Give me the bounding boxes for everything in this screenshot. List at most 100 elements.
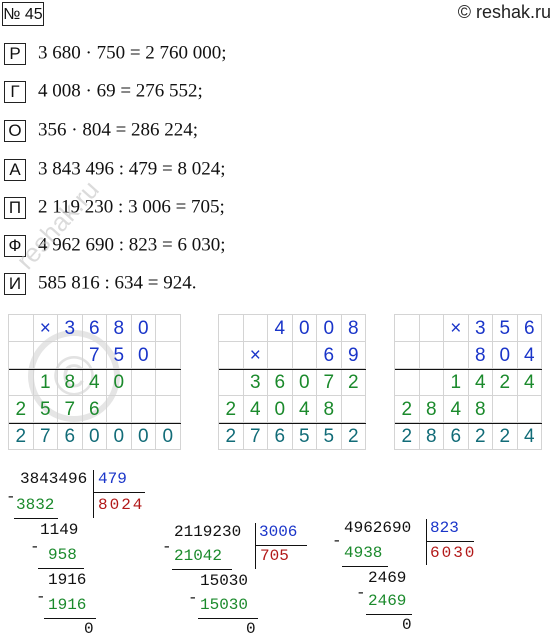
grid-cell [58, 342, 83, 369]
division-bracket [93, 470, 94, 518]
remainder: 1916 [48, 571, 87, 589]
grid-cell: 7 [317, 369, 342, 396]
equation-text: 3 843 496 : 479 = 8 024; [38, 158, 226, 180]
grid-cell [292, 342, 317, 369]
grid-cell: 1 [444, 369, 469, 396]
remainder: 0 [246, 620, 256, 638]
grid-cell: 4 [268, 315, 293, 342]
grid-cell: 0 [131, 423, 156, 450]
grid-cell: 7 [243, 423, 268, 450]
grid-cell [419, 369, 444, 396]
equation-text: 4 008 · 69 = 276 552; [38, 80, 203, 102]
grid-cell: 0 [131, 315, 156, 342]
grid-cell: 8 [468, 396, 493, 423]
grid-cell [219, 315, 244, 342]
quotient: 705 [260, 547, 289, 565]
grid-cell: 4 [292, 396, 317, 423]
grid-cell [395, 369, 420, 396]
divisor: 3006 [259, 523, 298, 541]
multiply-sign: × [243, 342, 268, 369]
product-line [219, 369, 366, 370]
division-bracket [426, 519, 427, 565]
minus-sign: - [332, 532, 342, 550]
product-line [9, 423, 181, 424]
grid-cell: 7 [33, 423, 58, 450]
dividend: 3843496 [20, 470, 88, 488]
grid-cell: 6 [268, 423, 293, 450]
grid-cell: 2 [341, 369, 366, 396]
grid-cell: 8 [317, 396, 342, 423]
letter-box: Г [4, 80, 26, 103]
multiplication-grid-3: × 3 5 6 8 0 4 1 4 2 4 2 8 4 8 2 8 6 2 2 4 [394, 314, 542, 450]
grid-cell: 3 [58, 315, 83, 342]
grid-cell [131, 396, 156, 423]
remainder: 1149 [40, 521, 79, 539]
divisor-underline [93, 492, 145, 493]
grid-cell [9, 342, 34, 369]
grid-cell: 8 [468, 342, 493, 369]
subtrahend: 2469 [368, 592, 407, 610]
equation-row-1: Р 3 680 · 750 = 2 760 000; [4, 40, 227, 66]
grid-cell: 9 [341, 342, 366, 369]
grid-cell: 8 [341, 315, 366, 342]
grid-cell: 7 [58, 396, 83, 423]
equation-text: 585 816 : 634 = 924. [38, 272, 197, 294]
remainder: 0 [84, 620, 94, 638]
grid-cell [493, 396, 518, 423]
letter-box: О [4, 119, 26, 142]
grid-cell: 6 [317, 342, 342, 369]
divisor-underline [255, 545, 307, 546]
grid-cell: 0 [131, 342, 156, 369]
grid-cell: 3 [243, 369, 268, 396]
subtrahend: 21042 [174, 547, 223, 565]
multiply-sign: × [444, 315, 469, 342]
grid-cell: 2 [341, 423, 366, 450]
grid-cell: 4 [517, 423, 542, 450]
watermark-text: reshak.ru [10, 174, 105, 276]
grid-cell [219, 369, 244, 396]
product-line [9, 369, 181, 370]
minus-sign: - [6, 488, 16, 506]
grid-cell: 2 [493, 423, 518, 450]
quotient: 6030 [430, 544, 477, 562]
grid-cell: 2 [395, 423, 420, 450]
subtraction-line [172, 569, 232, 570]
subtrahend: 15030 [200, 596, 249, 614]
subtraction-line [366, 614, 412, 615]
subtrahend: 958 [48, 546, 77, 564]
remainder: 15030 [200, 572, 249, 590]
letter-box: А [4, 158, 26, 181]
multiply-sign: × [33, 315, 58, 342]
grid-cell: 2 [219, 396, 244, 423]
division-bracket [255, 523, 256, 569]
multiplication-grid-2: 4 0 0 8 × 6 9 3 6 0 7 2 2 4 0 4 8 2 7 6 5 5 2 [218, 314, 366, 450]
equation-row-4: А 3 843 496 : 479 = 8 024; [4, 156, 226, 182]
grid-cell: 6 [444, 423, 469, 450]
minus-sign: - [188, 589, 198, 607]
grid-cell: 4 [243, 396, 268, 423]
grid-cell: 7 [82, 342, 107, 369]
grid-cell [444, 342, 469, 369]
grid-cell: 5 [292, 423, 317, 450]
grid-cell: 2 [468, 423, 493, 450]
subtraction-line [44, 618, 96, 619]
grid-cell [9, 369, 34, 396]
minus-sign: - [356, 584, 366, 602]
grid-cell [517, 396, 542, 423]
divisor: 823 [430, 519, 459, 537]
grid-cell: 6 [517, 315, 542, 342]
grid-cell: 8 [107, 315, 132, 342]
grid-cell: 0 [317, 315, 342, 342]
grid-cell: 4 [468, 369, 493, 396]
grid-cell: 2 [219, 423, 244, 450]
grid-cell: 3 [468, 315, 493, 342]
minus-sign: - [30, 538, 40, 556]
equation-row-2: Г 4 008 · 69 = 276 552; [4, 78, 203, 104]
grid-cell: 0 [107, 369, 132, 396]
product-line [395, 423, 542, 424]
quotient: 8024 [98, 496, 145, 514]
equation-text: 356 · 804 = 286 224; [38, 119, 199, 141]
grid-cell: 6 [58, 423, 83, 450]
grid-cell: 1 [33, 369, 58, 396]
subtrahend: 3832 [16, 496, 55, 514]
